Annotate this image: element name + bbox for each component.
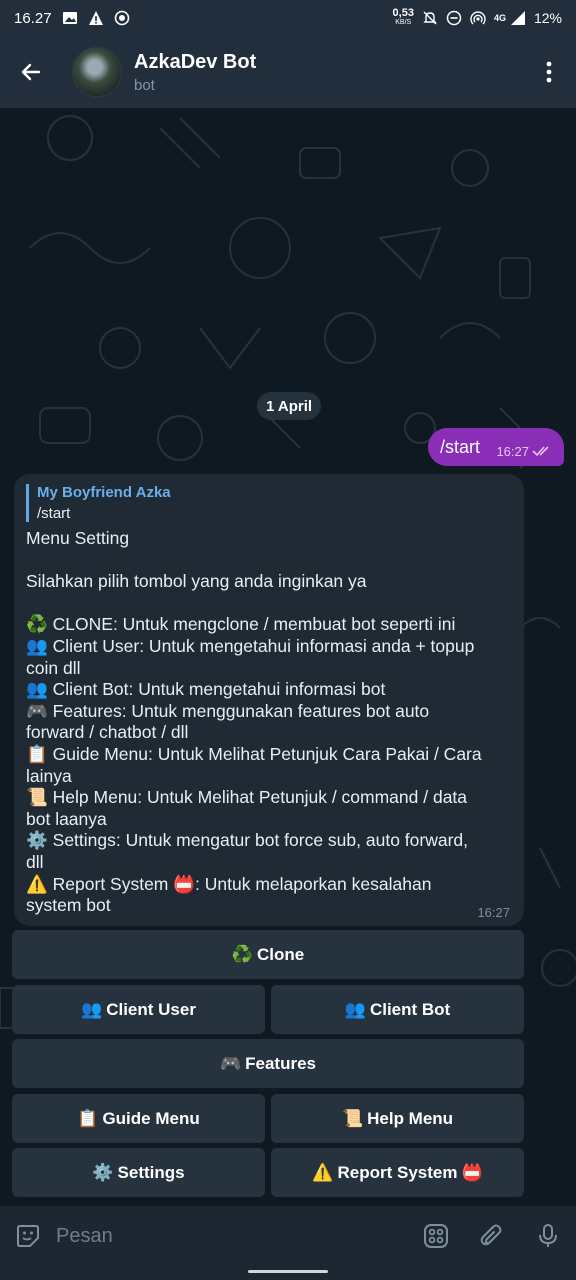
bot-commands-button[interactable] (408, 1206, 464, 1266)
recycle-icon: ♻️ (231, 944, 253, 964)
signal-icon (510, 11, 525, 25)
client-bot-button[interactable]: 👥 Client Bot (271, 985, 524, 1034)
bot-keyboard-icon (424, 1224, 448, 1248)
network-type: 4G (493, 13, 506, 23)
message-line: ♻️ CLONE: Untuk mengclone / membuat bot … (26, 614, 456, 635)
dnd-icon (446, 10, 462, 26)
message-line: system bot (26, 895, 111, 916)
message-line: Menu Setting (26, 528, 130, 548)
message-line: Silahkan pilih tombol yang anda inginkan… (26, 571, 367, 592)
gallery-icon (62, 12, 77, 24)
status-time: 16.27 (14, 9, 52, 27)
chat-header: AzkaDev Bot bot (0, 36, 576, 108)
guide-menu-button-label: Guide Menu (102, 1108, 200, 1128)
message-input-bar: Pesan (0, 1206, 576, 1266)
message-input[interactable]: Pesan (56, 1225, 113, 1248)
message-line (26, 593, 512, 615)
users-icon: 👥 (81, 999, 103, 1019)
net-speed: 0,53 (392, 7, 414, 19)
report-system-button-label: Report System (337, 1162, 458, 1182)
emoji-button[interactable] (0, 1206, 56, 1266)
reply-preview[interactable]: My Boyfriend Azka /start (26, 484, 512, 522)
paperclip-icon (480, 1224, 502, 1246)
outgoing-message[interactable]: /start 16:27 (428, 428, 564, 466)
message-line: 👥 Client Bot: Untuk mengetahui informasi… (26, 679, 386, 700)
message-line: ⚙️ Settings: Untuk mengatur bot force su… (26, 830, 469, 851)
chat-subtitle: bot (134, 76, 155, 94)
message-line: 📋 Guide Menu: Untuk Melihat Petunjuk Car… (26, 743, 482, 764)
double-check-icon (532, 446, 549, 457)
message-line: lainya (26, 765, 72, 786)
message-line: dll (26, 851, 44, 872)
users-icon: 👥 (344, 999, 366, 1019)
clone-button[interactable]: ♻️ Clone (12, 930, 524, 979)
microphone-icon (539, 1224, 557, 1247)
more-vertical-icon (546, 61, 552, 83)
message-line: ⚠️ Report System 📛: Untuk melaporkan kes… (26, 873, 432, 894)
reply-text: /start (37, 505, 71, 522)
hotspot-icon (470, 11, 486, 25)
guide-menu-button[interactable]: 📋 Guide Menu (12, 1094, 265, 1143)
client-bot-button-label: Client Bot (369, 999, 451, 1019)
chat-area[interactable]: 1 April /start 16:27 My Boyfriend Azka /… (0, 108, 576, 1206)
chat-title: AzkaDev Bot (134, 50, 257, 73)
client-user-button[interactable]: 👥 Client User (12, 985, 265, 1034)
more-options-button[interactable] (522, 36, 576, 108)
settings-button[interactable]: ⚙️ Settings (12, 1148, 265, 1197)
sticker-icon (17, 1225, 39, 1247)
outgoing-message-time: 16:27 (496, 443, 529, 459)
gamepad-icon: 🎮 (219, 1053, 242, 1073)
message-line: 👥 Client User: Untuk mengetahui informas… (26, 635, 475, 656)
name-badge-icon: 📛 (461, 1162, 483, 1182)
features-button[interactable]: 🎮 Features (12, 1039, 524, 1088)
message-line (26, 550, 512, 572)
message-line: bot laanya (26, 808, 107, 829)
outgoing-message-meta: 16:27 (496, 444, 552, 459)
outgoing-message-text: /start (440, 436, 481, 457)
settings-button-label: Settings (117, 1162, 185, 1182)
warning-icon: ⚠️ (312, 1162, 334, 1182)
features-button-label: Features (245, 1053, 317, 1073)
warning-icon (88, 11, 103, 25)
incoming-message-time: 16:27 (477, 905, 510, 920)
scroll-icon: 📜 (341, 1108, 364, 1128)
back-button[interactable] (0, 36, 62, 108)
clipboard-icon: 📋 (77, 1108, 99, 1128)
date-separator: 1 April (257, 392, 321, 420)
voice-button[interactable] (520, 1206, 576, 1266)
message-line: 📜 Help Menu: Untuk Melihat Petunjuk / co… (26, 787, 468, 808)
avatar[interactable] (72, 47, 122, 97)
help-menu-button-label: Help Menu (367, 1108, 454, 1128)
help-menu-button[interactable]: 📜 Help Menu (271, 1094, 524, 1143)
attach-button[interactable] (464, 1206, 520, 1266)
message-line: coin dll (26, 657, 81, 678)
gear-icon: ⚙️ (92, 1162, 114, 1182)
back-arrow-icon (21, 63, 41, 81)
message-line: forward / chatbot / dll (26, 722, 189, 743)
net-unit: KB/S (395, 19, 412, 26)
message-line: 🎮 Features: Untuk menggunakan features b… (26, 700, 430, 721)
gesture-handle[interactable] (248, 1270, 328, 1273)
message-body: Menu Setting Silahkan pilih tombol yang … (26, 528, 512, 917)
incoming-message[interactable]: My Boyfriend Azka /start Menu Setting Si… (14, 474, 524, 926)
status-bar: 16.27 0,53 KB/S 4G 12% (0, 0, 576, 36)
reply-author: My Boyfriend Azka (37, 484, 171, 501)
report-system-button[interactable]: ⚠️ Report System 📛 (271, 1148, 524, 1197)
battery-level: 12% (533, 10, 562, 26)
client-user-button-label: Client User (106, 999, 196, 1019)
chat-title-block[interactable]: AzkaDev Bot bot (134, 51, 256, 94)
record-icon (114, 10, 129, 26)
mute-bell-icon (423, 11, 437, 25)
clone-button-label: Clone (256, 944, 305, 964)
nav-bar (0, 1266, 576, 1280)
